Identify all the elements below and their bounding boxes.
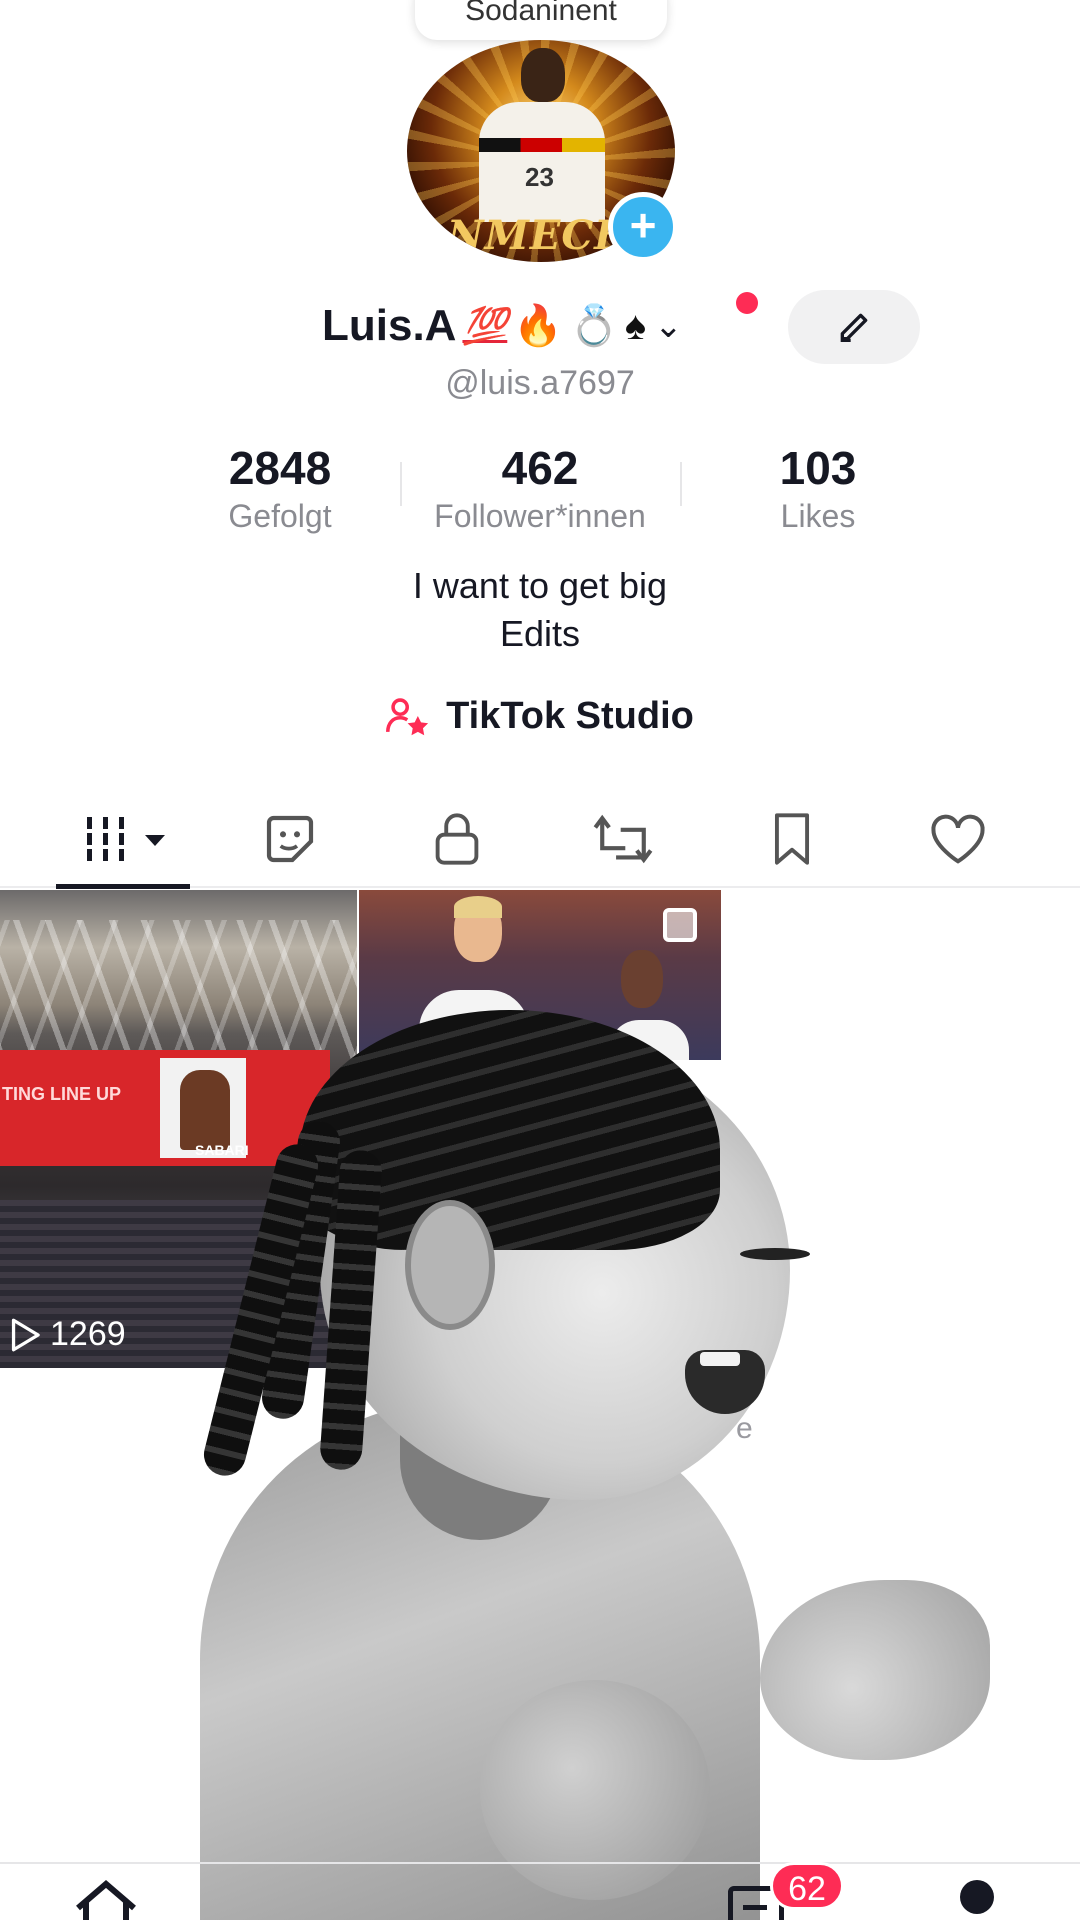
bio-line: Edits (499, 613, 581, 654)
bottom-nav (0, 1862, 1080, 1920)
stat-following[interactable]: 2848 Gefolgt (160, 440, 400, 536)
stat-label: Gefolgt (228, 498, 332, 534)
stat-likes[interactable]: 103 Likes (698, 440, 938, 536)
add-story-button[interactable]: + (608, 192, 678, 262)
sticker-hand (760, 1580, 990, 1760)
laughing-child-sticker (180, 980, 1000, 1920)
stat-value: 2848 (228, 442, 332, 494)
tab-stickers[interactable] (250, 804, 330, 874)
edit-profile-button[interactable] (788, 290, 920, 364)
profile-handle: @luis.a7697 (445, 364, 635, 402)
tab-liked[interactable] (918, 804, 998, 874)
repost-icon (593, 814, 653, 864)
screen-text: TING LINE UP (2, 1084, 122, 1104)
sticker-icon (266, 815, 314, 863)
avatar-caption: NMECH (447, 212, 633, 259)
tiktok-studio-link[interactable]: TikTok Studio (0, 694, 1080, 738)
thumbnail-player-hair (454, 896, 502, 918)
profile-stats: 2848 Gefolgt 462 Follower*innen 103 Like… (160, 440, 920, 540)
tab-favorites[interactable] (752, 804, 832, 874)
tab-videos[interactable] (80, 804, 176, 874)
ring-emoji-icon: 💍 (569, 304, 619, 348)
tab-private[interactable] (417, 804, 497, 874)
profile-name: Luis.A (322, 301, 457, 350)
stat-divider (400, 462, 402, 506)
stat-followers[interactable]: 462 Follower*innen (420, 440, 660, 536)
stat-divider (680, 462, 682, 506)
inbox-icon-line (743, 1905, 767, 1910)
active-tab-indicator (56, 884, 190, 889)
notification-dot (736, 292, 758, 314)
avatar-jersey-stripe (479, 138, 605, 152)
lock-icon (435, 813, 479, 865)
avatar-jersey-number: 23 (525, 162, 554, 192)
profile-name-row[interactable]: Luis.A 💯 🔥 💍 ♠ ⌄ (322, 296, 683, 356)
view-count: 1269 (8, 1315, 126, 1354)
sticker-eye (740, 1248, 810, 1260)
spade-emoji-icon: ♠ (624, 304, 647, 348)
plus-icon: + (629, 199, 657, 251)
home-icon[interactable] (72, 1880, 140, 1920)
tab-reposts[interactable] (583, 804, 663, 874)
heart-icon (931, 814, 985, 864)
profile-bio: I want to get big Edits (0, 562, 1080, 658)
view-count-value: 1269 (50, 1315, 126, 1353)
multi-photo-icon (663, 908, 697, 942)
hundred-emoji-icon: 💯 (462, 305, 508, 346)
top-popup-label: Sodaninent (465, 0, 617, 27)
stat-value: 462 (501, 442, 579, 494)
stat-label: Follower*innen (434, 498, 646, 534)
bookmark-icon (774, 813, 810, 865)
sticker-teeth (700, 1352, 740, 1366)
tiktok-studio-label: TikTok Studio (446, 694, 694, 737)
avatar-head (521, 48, 565, 102)
chevron-down-icon: ⌄ (654, 307, 683, 345)
grid-icon (87, 817, 165, 861)
top-popup[interactable]: Sodaninent (415, 0, 667, 40)
play-icon (11, 1318, 40, 1351)
creator-star-icon (386, 698, 429, 736)
sticker-ear (405, 1200, 495, 1330)
stat-label: Likes (780, 498, 856, 534)
profile-tabs (0, 790, 1080, 888)
fire-emoji-icon: 🔥 (513, 304, 564, 348)
pencil-icon (840, 313, 868, 342)
inbox-badge: 62 (770, 1862, 844, 1910)
stat-value: 103 (779, 442, 857, 494)
profile-tab-icon[interactable] (960, 1880, 994, 1914)
bio-line: I want to get big (412, 565, 668, 606)
